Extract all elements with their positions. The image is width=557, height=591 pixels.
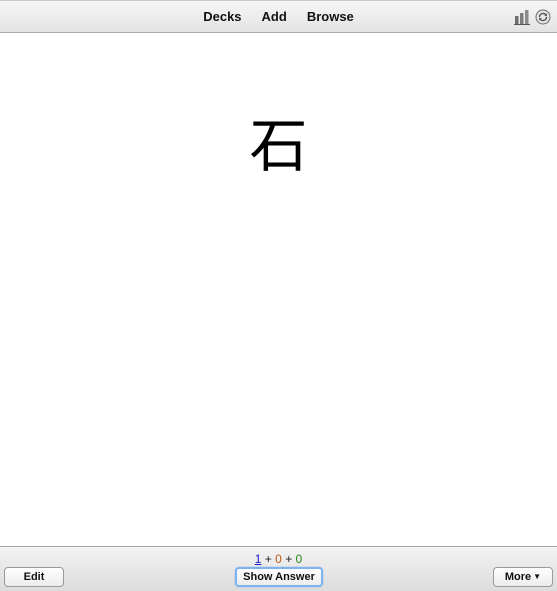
nav-decks-link[interactable]: Decks bbox=[203, 0, 241, 33]
review-count: 0 bbox=[295, 552, 303, 566]
card-area: 石 bbox=[0, 34, 557, 546]
sync-icon[interactable] bbox=[534, 8, 551, 25]
count-separator: + bbox=[285, 552, 293, 566]
nav-browse-link[interactable]: Browse bbox=[307, 0, 354, 33]
edit-button[interactable]: Edit bbox=[4, 567, 64, 587]
bottom-bar: 1 + 0 + 0 Edit Show Answer More ▼ bbox=[0, 546, 557, 591]
due-counts: 1 + 0 + 0 bbox=[0, 552, 557, 566]
new-count: 1 bbox=[254, 552, 262, 566]
main-nav: Decks Add Browse bbox=[0, 0, 557, 33]
top-toolbar: Decks Add Browse bbox=[0, 0, 557, 33]
nav-add-link[interactable]: Add bbox=[262, 0, 287, 33]
learning-count: 0 bbox=[275, 552, 282, 566]
stats-icon[interactable] bbox=[513, 8, 530, 25]
toolbar-icons bbox=[513, 8, 551, 25]
more-button-label: More bbox=[504, 571, 532, 583]
count-separator: + bbox=[264, 552, 272, 566]
card-question-text: 石 bbox=[249, 112, 308, 180]
anki-review-window: Decks Add Browse 石 1 + 0 + 0 Edit Show A… bbox=[0, 0, 557, 591]
show-answer-button[interactable]: Show Answer bbox=[235, 567, 323, 587]
more-button[interactable]: More ▼ bbox=[493, 567, 553, 587]
chevron-down-icon: ▼ bbox=[533, 572, 542, 581]
